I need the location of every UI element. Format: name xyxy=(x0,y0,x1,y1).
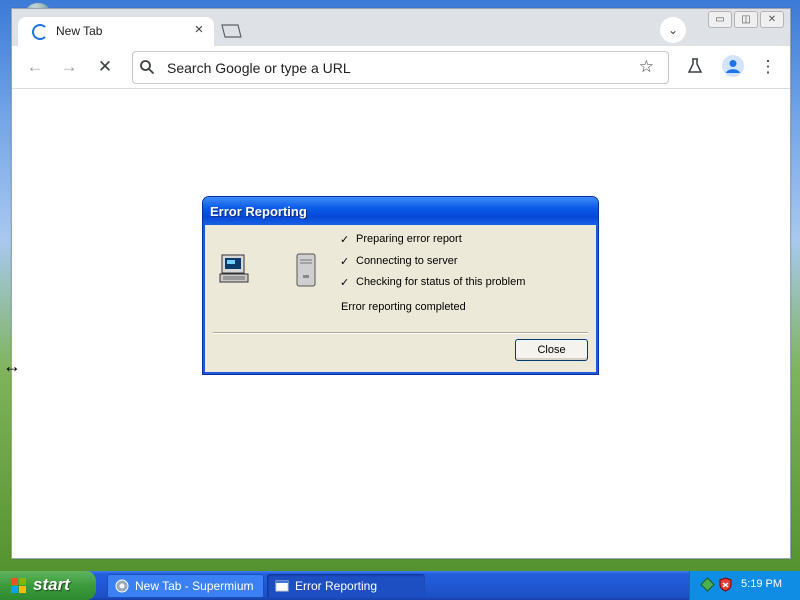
taskbar: start New Tab - Supermium Error Reportin… xyxy=(0,571,800,600)
labs-flask-icon[interactable] xyxy=(686,57,704,75)
error-reporting-dialog: Error Reporting ✓ Preparing error report… xyxy=(202,196,599,375)
address-input[interactable] xyxy=(165,56,629,80)
step-label: Connecting to server xyxy=(356,255,458,267)
server-icon xyxy=(296,253,316,287)
taskbar-clock[interactable]: 5:19 PM xyxy=(741,578,782,590)
taskbar-item-browser[interactable]: New Tab - Supermium xyxy=(107,574,264,598)
dialog-divider xyxy=(213,332,588,334)
step-label: Checking for status of this problem xyxy=(356,276,526,288)
taskbar-item-label: New Tab - Supermium xyxy=(135,579,254,593)
tab-strip: New Tab × ⌄ ▭ ◫ ✕ xyxy=(12,9,790,46)
bookmark-star-icon[interactable]: ☆ xyxy=(639,57,654,77)
taskbar-item-label: Error Reporting xyxy=(295,579,378,593)
stop-loading-icon[interactable]: ✕ xyxy=(94,56,116,78)
resize-cursor-icon: ↔ xyxy=(3,356,21,376)
menu-kebab-icon[interactable]: ⋮ xyxy=(757,56,779,78)
close-window-button[interactable]: ✕ xyxy=(760,11,784,28)
start-label: start xyxy=(33,575,70,594)
window-app-icon xyxy=(275,580,289,592)
status-text: Error reporting completed xyxy=(341,301,466,313)
tab-title: New Tab xyxy=(56,24,103,38)
windows-logo-icon xyxy=(11,578,26,593)
computer-icon xyxy=(219,254,249,283)
minimize-button[interactable]: ▭ xyxy=(708,11,732,28)
close-tab-icon[interactable]: × xyxy=(190,21,208,39)
system-tray: 5:19 PM xyxy=(689,571,800,600)
dialog-title: Error Reporting xyxy=(203,197,598,225)
step-label: Preparing error report xyxy=(356,233,462,245)
taskbar-item-error-reporting[interactable]: Error Reporting xyxy=(267,574,425,598)
window-controls: ▭ ◫ ✕ xyxy=(708,11,784,28)
browser-app-icon xyxy=(115,579,129,593)
start-button[interactable]: start xyxy=(0,571,96,600)
network-tray-icon[interactable] xyxy=(700,577,715,592)
forward-arrow-icon[interactable]: → xyxy=(58,56,80,78)
tab-new-tab[interactable]: New Tab × xyxy=(18,17,214,46)
back-arrow-icon[interactable]: ← xyxy=(24,56,46,78)
tab-search-chevron-icon[interactable]: ⌄ xyxy=(660,17,686,43)
close-button[interactable]: Close xyxy=(515,339,588,361)
checkmark-icon: ✓ xyxy=(340,256,350,268)
security-shield-icon[interactable] xyxy=(718,577,733,592)
loading-spinner-icon xyxy=(32,24,48,40)
browser-toolbar: ← → ✕ ☆ ⋮ xyxy=(12,46,790,89)
restore-button[interactable]: ◫ xyxy=(734,11,758,28)
checkmark-icon: ✓ xyxy=(340,277,350,289)
new-tab-icon[interactable] xyxy=(220,24,242,38)
search-icon xyxy=(140,60,155,75)
address-bar[interactable]: ☆ xyxy=(132,51,669,84)
checkmark-icon: ✓ xyxy=(340,234,350,246)
profile-avatar-icon[interactable] xyxy=(722,55,744,77)
dialog-body: ✓ Preparing error report ✓ Connecting to… xyxy=(206,225,595,371)
